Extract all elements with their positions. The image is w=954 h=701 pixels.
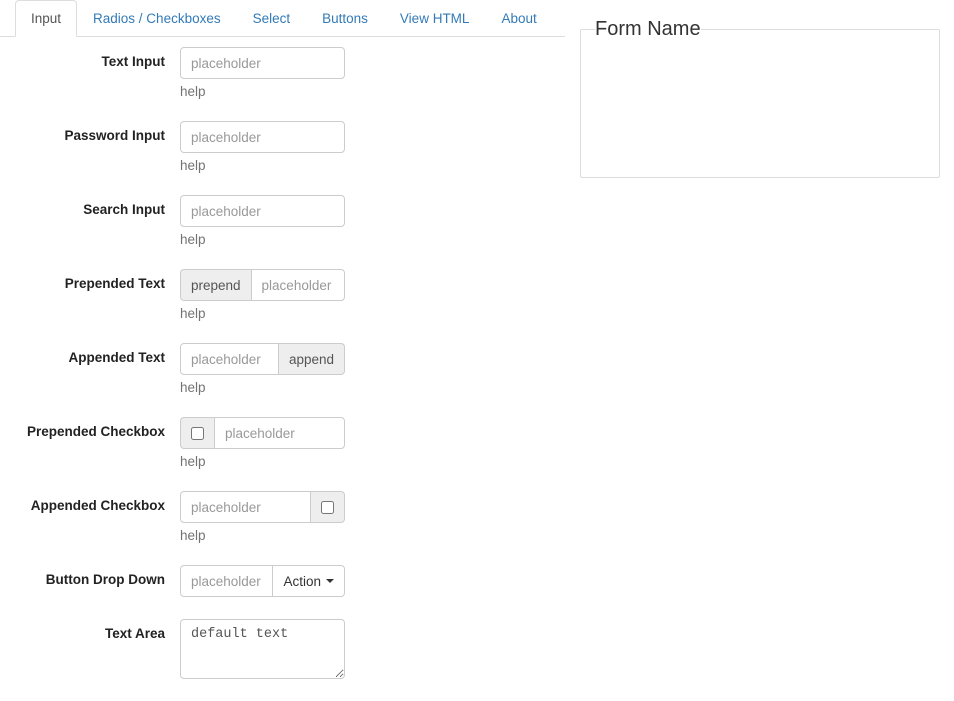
prepended-text-input[interactable] [251,269,345,301]
tab-select[interactable]: Select [237,0,307,37]
label-prepended-checkbox: Prepended Checkbox [0,417,180,469]
action-dropdown-button[interactable]: Action [273,565,345,597]
textarea-input[interactable] [180,619,345,679]
field-textarea: Text Area [0,619,565,679]
tab-radios-checkboxes[interactable]: Radios / Checkboxes [77,0,237,37]
help-text-input: help [180,84,345,99]
appended-text-input[interactable] [180,343,279,375]
label-textarea: Text Area [0,619,180,679]
field-prepended-checkbox: Prepended Checkbox help [0,417,565,469]
field-search-input: Search Input help [0,195,565,247]
caret-down-icon [326,579,334,583]
appended-checkbox[interactable] [321,501,334,514]
tab-about[interactable]: About [485,0,552,37]
label-search-input: Search Input [0,195,180,247]
label-button-dropdown: Button Drop Down [0,565,180,597]
tab-bar: Input Radios / Checkboxes Select Buttons… [0,0,565,37]
prepended-checkbox-input[interactable] [214,417,345,449]
label-password-input: Password Input [0,121,180,173]
addon-append-checkbox [311,491,345,523]
addon-prepend-checkbox [180,417,214,449]
search-input[interactable] [180,195,345,227]
label-text-input: Text Input [0,47,180,99]
label-appended-checkbox: Appended Checkbox [0,491,180,543]
addon-prepend: prepend [180,269,251,301]
help-password-input: help [180,158,345,173]
action-dropdown-label: Action [283,574,321,589]
help-appended-text: help [180,380,345,395]
form-preview-panel: Form Name [580,18,940,178]
prepended-checkbox[interactable] [191,427,204,440]
field-prepended-text: Prepended Text prepend help [0,269,565,321]
addon-append: append [279,343,345,375]
label-appended-text: Appended Text [0,343,180,395]
field-password-input: Password Input help [0,121,565,173]
field-text-input: Text Input help [0,47,565,99]
form-preview-title: Form Name [595,18,701,41]
help-prepended-checkbox: help [180,454,345,469]
password-input[interactable] [180,121,345,153]
tab-input[interactable]: Input [15,0,77,37]
button-dropdown-input[interactable] [180,565,273,597]
field-appended-checkbox: Appended Checkbox help [0,491,565,543]
label-prepended-text: Prepended Text [0,269,180,321]
help-search-input: help [180,232,345,247]
field-button-dropdown: Button Drop Down Action [0,565,565,597]
tab-buttons[interactable]: Buttons [306,0,384,37]
help-appended-checkbox: help [180,528,345,543]
help-prepended-text: help [180,306,345,321]
appended-checkbox-input[interactable] [180,491,311,523]
field-appended-text: Appended Text append help [0,343,565,395]
tab-view-html[interactable]: View HTML [384,0,486,37]
text-input[interactable] [180,47,345,79]
